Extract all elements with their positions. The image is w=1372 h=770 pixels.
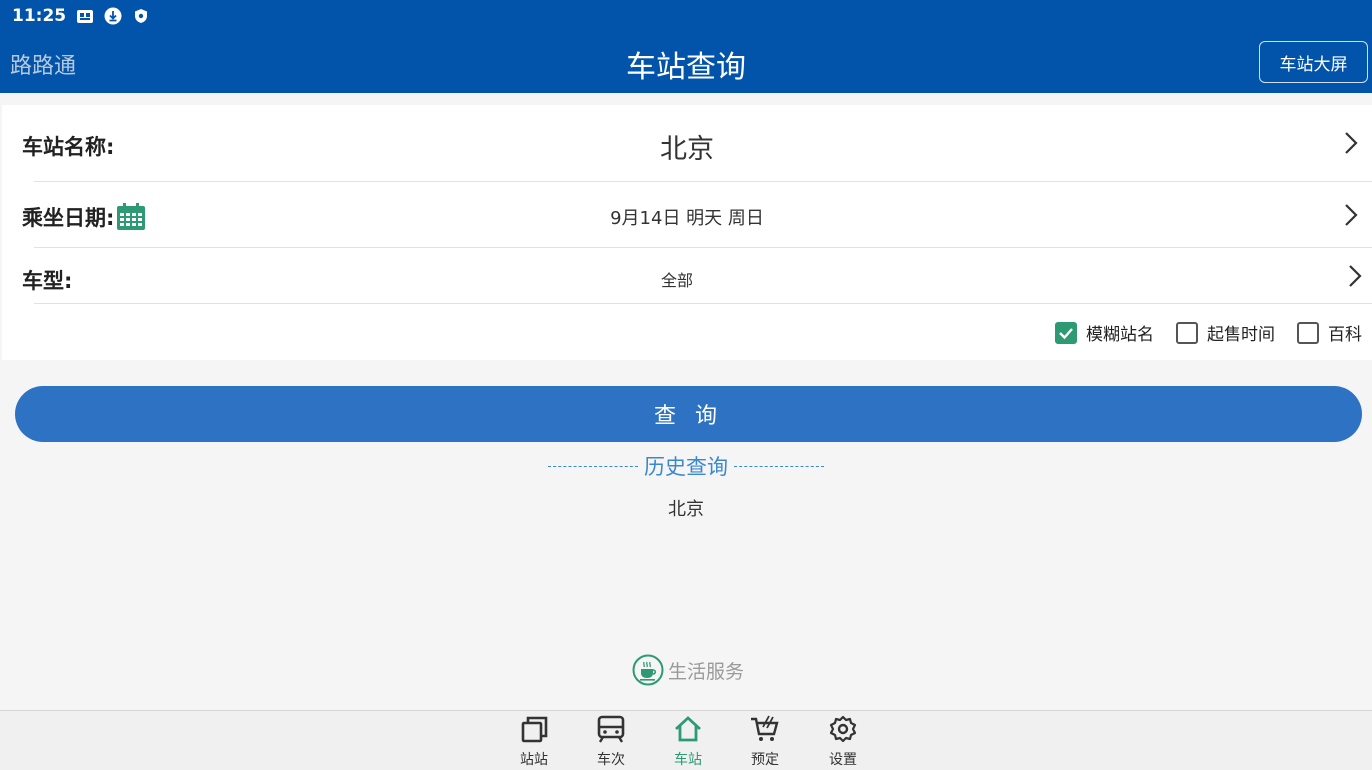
life-service-label: 生活服务 [668,660,745,683]
query-options: 模糊站名 起售时间 百科 [1033,320,1362,345]
dashed-line [734,465,824,467]
fuzzy-station-label: 模糊站名 [1086,325,1154,345]
checkbox-unchecked-icon[interactable] [1176,321,1198,344]
divider [34,303,1372,304]
gear-icon [828,715,858,747]
checkbox-unchecked-icon[interactable] [1297,321,1319,344]
travel-date-value[interactable]: 9月14日 明天 周日 [2,204,1372,230]
page-title: 车站查询 [626,50,746,85]
checkbox-checked-icon[interactable] [1055,321,1077,344]
app-bar: 路路通 车站查询 车站大屏 [0,32,1372,93]
status-time: 11:25 [12,6,67,26]
chevron-right-icon [1344,131,1358,159]
copy-icon [519,715,549,747]
sale-time-checkbox[interactable]: 起售时间 [1176,320,1275,345]
tab-label: 车次 [597,752,625,768]
history-item[interactable]: 北京 [0,495,1372,521]
travel-date-row[interactable]: 乘坐日期: 9月14日 明天 周日 [2,182,1372,247]
tab-label: 车站 [674,752,702,768]
chevron-right-icon [1348,264,1362,292]
station-name-value[interactable]: 北京 [2,127,1372,166]
tab-label: 设置 [829,752,857,768]
encyclopedia-checkbox[interactable]: 百科 [1297,320,1362,345]
train-type-value[interactable]: 全部 [2,267,1372,291]
tab-train-number[interactable]: 车次 [575,715,647,769]
tab-settings[interactable]: 设置 [807,715,879,769]
chevron-right-icon [1344,203,1358,231]
station-name-row[interactable]: 车站名称: 北京 [2,105,1372,181]
train-type-row[interactable]: 车型: 全部 [2,248,1372,303]
query-button[interactable]: 查 询 [15,386,1362,442]
tab-station[interactable]: 车站 [652,715,724,769]
station-big-screen-button[interactable]: 车站大屏 [1259,41,1368,83]
encyclopedia-label: 百科 [1328,325,1362,345]
life-service-link[interactable]: 生活服务 [632,654,744,686]
history-section: 历史查询 北京 [0,451,1372,521]
dashed-line [548,465,638,467]
bottom-tab-bar: 站站 车次 车站 预定 设置 [0,710,1372,770]
tab-reservation[interactable]: 预定 [729,715,801,769]
train-icon [596,715,626,747]
history-title: 历史查询 [644,455,728,479]
sale-time-label: 起售时间 [1207,325,1275,345]
tab-label: 站站 [520,752,548,768]
home-icon [673,715,703,747]
query-form: 车站名称: 北京 乘坐日期: 9月14日 明天 周日 车型: 全部 模糊站名 起… [2,105,1372,360]
status-bar: 11:25 [0,0,1372,32]
coffee-cup-icon [632,654,664,686]
fuzzy-station-checkbox[interactable]: 模糊站名 [1055,320,1154,345]
tab-label: 预定 [751,752,779,768]
tab-station-to-station[interactable]: 站站 [498,715,570,769]
vpn-shield-icon [132,7,150,25]
download-icon [104,7,122,25]
app-notification-icon [76,7,94,25]
cart-icon [749,715,781,747]
